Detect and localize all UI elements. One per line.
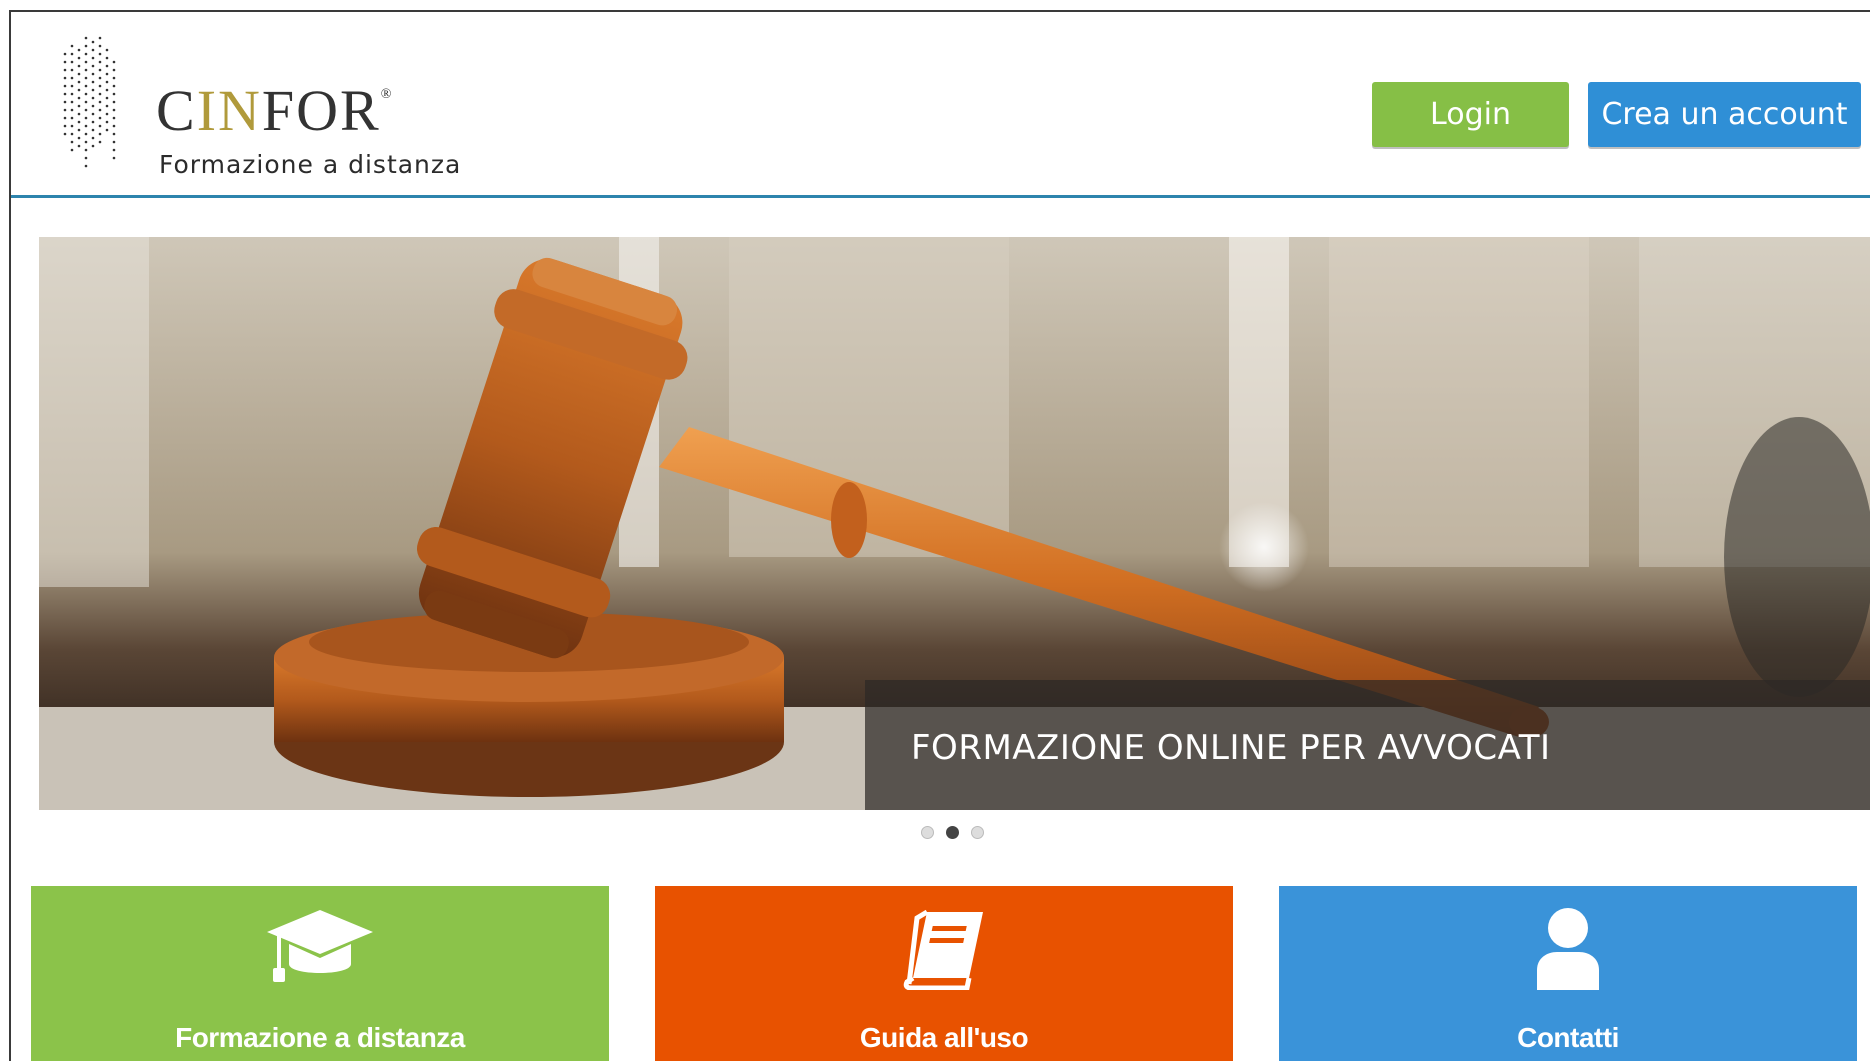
registered-mark: ® (380, 87, 394, 102)
slider-dots (921, 826, 984, 839)
login-button[interactable]: Login (1372, 82, 1569, 147)
logo-dots-graphic (63, 36, 116, 168)
tile-guida-all-uso[interactable]: Guida all'uso (655, 886, 1233, 1061)
book-icon (903, 909, 983, 990)
slider-dot-1[interactable] (921, 826, 934, 839)
logo-wordmark: CINFOR® (156, 82, 393, 140)
cinfor-logo[interactable]: CINFOR® Formazione a distanza (61, 24, 541, 184)
tile-label: Formazione a distanza (175, 1022, 465, 1053)
user-icon (1537, 908, 1599, 990)
logo-name-post: FOR (261, 78, 381, 143)
tile-contatti[interactable]: Contatti (1279, 886, 1857, 1061)
logo-name-in: IN (196, 78, 262, 143)
logo-tagline: Formazione a distanza (159, 150, 462, 179)
create-account-button[interactable]: Crea un account (1588, 82, 1861, 147)
tile-label: Contatti (1517, 1022, 1619, 1053)
slider-dot-2[interactable] (946, 826, 959, 839)
page-frame: CINFOR® Formazione a distanza Login Crea… (9, 10, 1870, 1061)
tile-formazione-a-distanza[interactable]: Formazione a distanza (31, 886, 609, 1061)
slider-dot-3[interactable] (971, 826, 984, 839)
slide-caption-text: FORMAZIONE ONLINE PER AVVOCATI (911, 728, 1551, 768)
slide-caption: FORMAZIONE ONLINE PER AVVOCATI (865, 680, 1870, 810)
site-header: CINFOR® Formazione a distanza Login Crea… (11, 12, 1870, 198)
tile-label: Guida all'uso (859, 1022, 1029, 1053)
logo-name-pre: C (156, 78, 197, 143)
hero-slider[interactable]: FORMAZIONE ONLINE PER AVVOCATI (39, 237, 1870, 810)
graduation-cap-icon (267, 910, 373, 982)
